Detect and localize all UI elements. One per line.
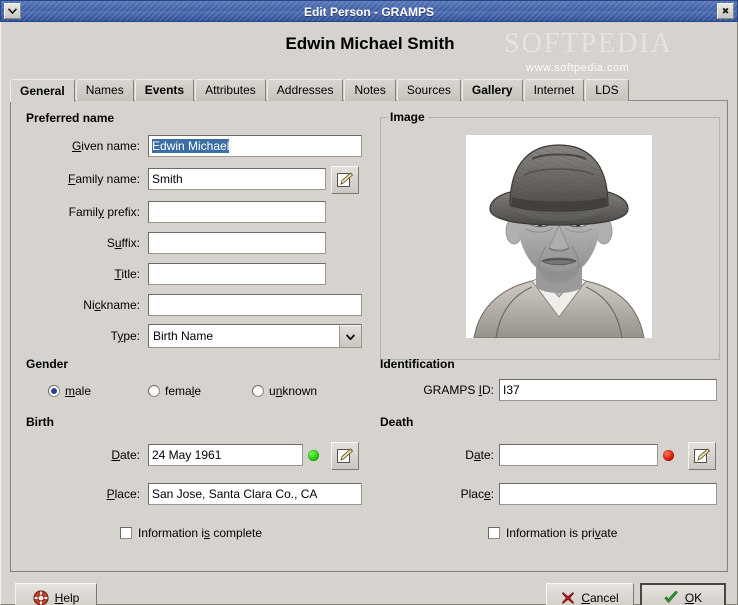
tab-strip: General Names Events Attributes Addresse… — [10, 78, 728, 102]
nickname-input[interactable] — [148, 294, 362, 316]
window-body: SOFTPEDIA www.softpedia.com Edwin Michae… — [0, 22, 738, 605]
right-column: Image Identification GRAMPS ID: I37 Deat… — [376, 109, 720, 561]
close-button[interactable]: ✖ — [717, 3, 734, 19]
type-label: Type: — [110, 329, 140, 343]
name-type-dropdown-arrow[interactable] — [339, 325, 361, 347]
ok-button[interactable]: OK — [640, 583, 726, 605]
gramps-id-input[interactable]: I37 — [499, 379, 717, 401]
tab-gallery[interactable]: Gallery — [461, 79, 523, 101]
portrait-photo-elderly-man-with-hat — [466, 135, 652, 338]
edit-pencil-icon — [337, 448, 354, 463]
suffix-input[interactable] — [148, 232, 326, 254]
radio-mark-icon — [148, 385, 160, 397]
death-place-label: Place: — [460, 487, 494, 501]
death-date-input[interactable] — [499, 444, 658, 466]
chevron-down-icon — [346, 333, 355, 340]
death-place-input[interactable] — [499, 483, 717, 505]
person-photo[interactable] — [466, 135, 652, 338]
tab-events[interactable]: Events — [134, 79, 195, 101]
ok-button-label: OK — [684, 591, 703, 605]
name-type-select[interactable]: Birth Name — [148, 324, 362, 348]
edit-pencil-icon — [337, 172, 354, 187]
birth-place-label: Place: — [106, 487, 140, 501]
name-type-value: Birth Name — [153, 329, 214, 343]
gender-label-female: female — [165, 384, 202, 398]
given-name-label: Given name: — [71, 139, 140, 153]
tab-internet[interactable]: Internet — [523, 79, 585, 101]
cancel-button[interactable]: Cancel — [546, 583, 634, 605]
window-titlebar: Edit Person - GRAMPS ✖ — [0, 0, 738, 22]
close-icon: ✖ — [721, 5, 730, 16]
tab-sources[interactable]: Sources — [396, 79, 461, 101]
death-information-private-checkbox[interactable]: Information is private — [488, 526, 617, 540]
death-date-label: Date: — [465, 448, 494, 462]
gender-radio-unknown[interactable]: unknown — [252, 384, 317, 398]
family-name-label: Family name: — [67, 172, 140, 186]
edit-person-window: Edit Person - GRAMPS ✖ SOFTPEDIA www.sof… — [0, 0, 738, 605]
family-name-edit-button[interactable] — [331, 166, 359, 194]
window-menu-button[interactable] — [4, 3, 21, 19]
image-frame: Image — [380, 110, 720, 360]
page-title: Edwin Michael Smith — [285, 34, 455, 53]
checkbox-box-icon — [488, 527, 500, 539]
lifebuoy-help-icon — [33, 590, 49, 605]
given-name-input[interactable]: Edwin Michael — [148, 135, 362, 157]
tab-names[interactable]: Names — [75, 79, 134, 101]
birth-information-complete-label: Information is complete — [138, 526, 263, 540]
gender-radio-male[interactable]: male — [48, 384, 91, 398]
tab-notes[interactable]: Notes — [344, 79, 396, 101]
title-input[interactable] — [148, 263, 326, 285]
birth-date-input[interactable]: 24 May 1961 — [148, 444, 303, 466]
given-name-value: Edwin Michael — [152, 139, 230, 153]
radio-mark-icon — [252, 385, 264, 397]
tab-general[interactable]: General — [10, 79, 75, 102]
gender-label-male: male — [65, 384, 92, 398]
watermark-url: www.softpedia.com — [526, 62, 630, 74]
birth-place-input[interactable]: San Jose, Santa Clara Co., CA — [148, 483, 362, 505]
family-prefix-input[interactable] — [148, 201, 326, 223]
identification-group-label: Identification — [380, 357, 455, 371]
gramps-id-label: GRAMPS ID: — [423, 383, 494, 397]
tab-panel-general: Preferred name Given name: Edwin Michael… — [10, 100, 728, 572]
title-label: Title: — [114, 267, 140, 281]
help-button-label: Help — [54, 591, 80, 605]
dialog-button-bar: Help Cancel OK — [1, 575, 738, 605]
tab-addresses[interactable]: Addresses — [266, 79, 344, 101]
preferred-name-group-label: Preferred name — [26, 111, 115, 125]
gender-radio-female[interactable]: female — [148, 384, 201, 398]
birth-date-status-dot — [308, 450, 319, 461]
gender-group-label: Gender — [26, 357, 69, 371]
tab-attributes[interactable]: Attributes — [195, 79, 266, 101]
window-title: Edit Person - GRAMPS — [303, 5, 434, 19]
death-date-edit-button[interactable] — [688, 442, 716, 470]
image-group-label: Image — [387, 110, 428, 124]
birth-information-complete-checkbox[interactable]: Information is complete — [120, 526, 262, 540]
edit-pencil-icon — [694, 448, 711, 463]
help-button[interactable]: Help — [15, 583, 97, 605]
birth-group-label: Birth — [26, 415, 54, 429]
gender-label-unknown: unknown — [269, 384, 318, 398]
red-x-icon — [561, 591, 575, 605]
death-group-label: Death — [380, 415, 414, 429]
checkbox-box-icon — [120, 527, 132, 539]
suffix-label: Suffix: — [106, 236, 140, 250]
death-date-status-dot — [663, 450, 674, 461]
family-prefix-label: Family prefix: — [68, 205, 140, 219]
cancel-button-label: Cancel — [581, 591, 619, 605]
family-name-input[interactable]: Smith — [148, 168, 326, 190]
titlebar-hatch-texture — [1, 1, 737, 21]
nickname-label: Nickname: — [83, 298, 140, 312]
chevron-down-icon — [8, 8, 17, 14]
birth-date-edit-button[interactable] — [331, 442, 359, 470]
birth-date-label: Date: — [111, 448, 140, 462]
green-check-icon — [664, 591, 679, 605]
tab-lds[interactable]: LDS — [585, 79, 629, 101]
death-information-private-label: Information is private — [506, 526, 618, 540]
radio-mark-icon — [48, 385, 60, 397]
left-column: Preferred name Given name: Edwin Michael… — [20, 109, 370, 561]
